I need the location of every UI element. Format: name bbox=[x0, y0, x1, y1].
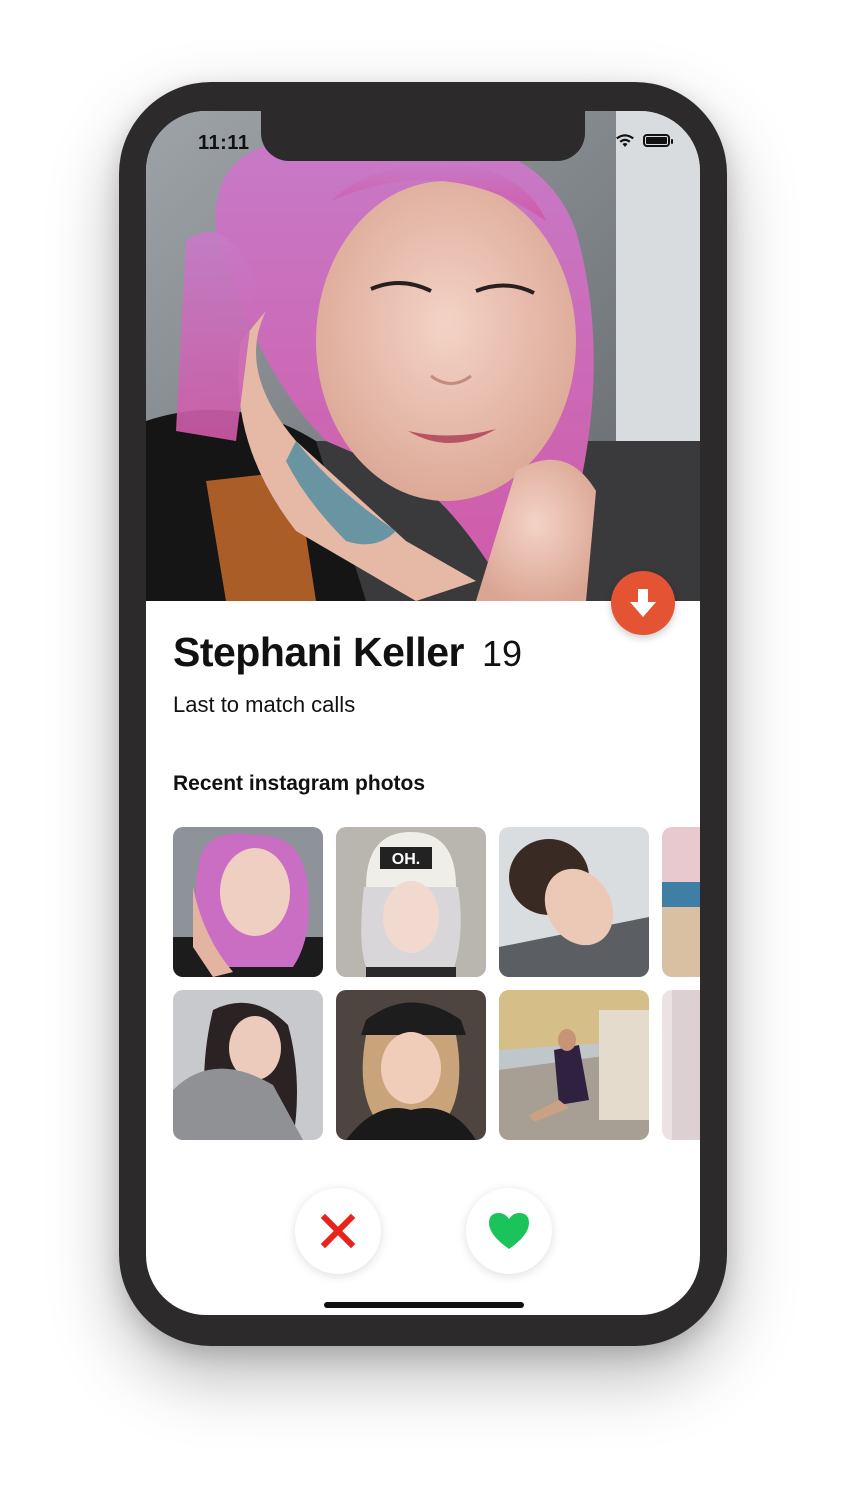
profile-photo-image bbox=[146, 111, 700, 601]
svg-text:OH.: OH. bbox=[392, 851, 420, 868]
instagram-photo-grid: OH. bbox=[173, 827, 700, 1143]
instagram-photo[interactable] bbox=[336, 990, 486, 1140]
profile-photo[interactable] bbox=[146, 111, 700, 601]
profile-tagline: Last to match calls bbox=[173, 692, 356, 717]
expand-profile-button[interactable] bbox=[611, 571, 675, 635]
dislike-button[interactable] bbox=[295, 1188, 381, 1274]
instagram-photo[interactable] bbox=[662, 990, 700, 1140]
profile-age: 19 bbox=[481, 633, 523, 674]
instagram-photo[interactable] bbox=[499, 990, 649, 1140]
status-time: 11:11 bbox=[198, 132, 250, 154]
wifi-icon bbox=[616, 134, 634, 147]
battery-icon bbox=[643, 134, 673, 147]
heart-icon bbox=[489, 1213, 529, 1249]
app-screen: 11:11 Stephani Keller 19 Last to match c… bbox=[146, 111, 700, 1315]
x-icon bbox=[320, 1213, 356, 1249]
home-indicator[interactable] bbox=[324, 1302, 524, 1308]
instagram-photo[interactable]: OH. bbox=[336, 827, 486, 977]
instagram-section-title: Recent instagram photos bbox=[173, 772, 426, 795]
device-notch bbox=[261, 111, 585, 161]
instagram-photo[interactable] bbox=[173, 990, 323, 1140]
instagram-photo[interactable] bbox=[173, 827, 323, 977]
profile-name: Stephani Keller bbox=[173, 629, 464, 675]
instagram-photo[interactable] bbox=[662, 827, 700, 977]
arrow-down-icon bbox=[630, 589, 656, 617]
profile-header: Stephani Keller 19 bbox=[173, 629, 522, 676]
instagram-photo[interactable] bbox=[499, 827, 649, 977]
action-bar bbox=[146, 1187, 700, 1277]
like-button[interactable] bbox=[466, 1188, 552, 1274]
status-icons bbox=[615, 133, 673, 148]
